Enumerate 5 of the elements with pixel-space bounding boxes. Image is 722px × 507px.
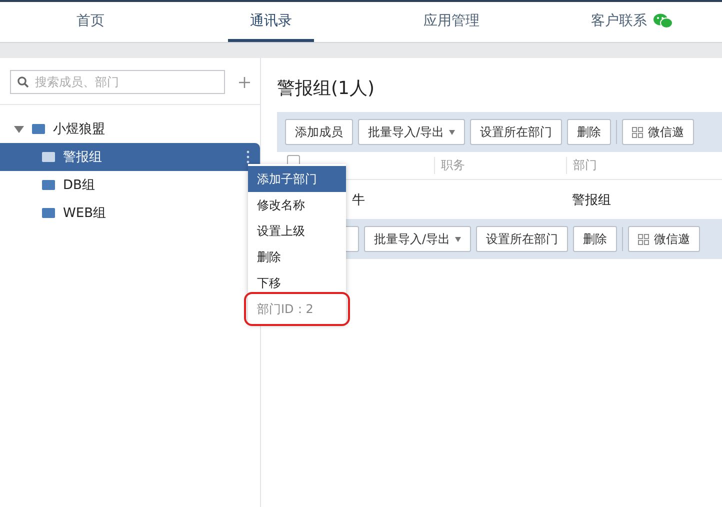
column-header: 职务 — [434, 157, 566, 174]
column-header: 部门 — [566, 157, 698, 174]
department-title: 警报组(1人) — [277, 77, 376, 101]
table-cell-text: 牛 — [351, 192, 366, 208]
table-cell-text: 警报组 — [571, 192, 612, 208]
